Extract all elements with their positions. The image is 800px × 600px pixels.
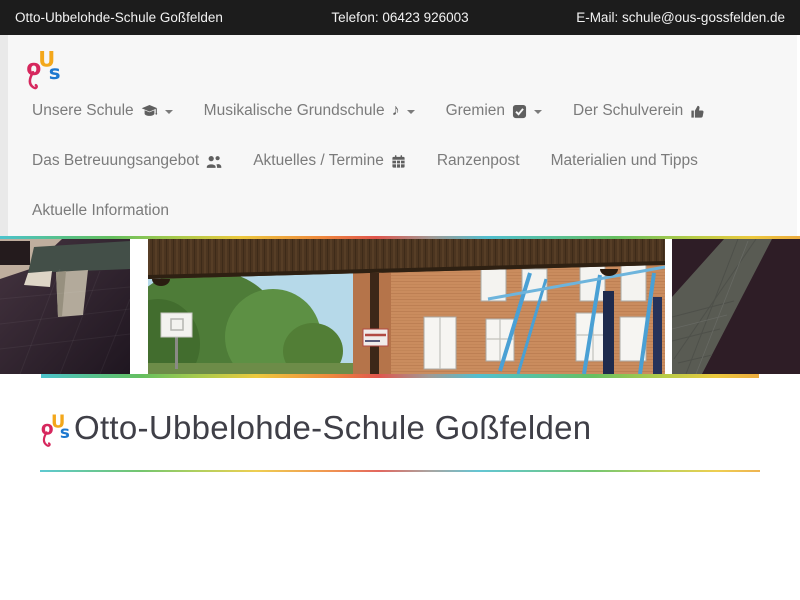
- graduation-cap-icon: [141, 104, 158, 119]
- nav-item-label: Ranzenpost: [437, 152, 520, 170]
- page-title-row: o U s Otto-Ubbelohde-Schule Goßfelden: [40, 408, 760, 448]
- heading-rule: [40, 470, 760, 472]
- page-title: Otto-Ubbelohde-Schule Goßfelden: [74, 409, 591, 447]
- main-content: o U s Otto-Ubbelohde-Schule Goßfelden: [0, 378, 800, 472]
- topbar-phone: Telefon: 06423 926003: [287, 10, 513, 25]
- nav-row-2: Das Betreuungsangebot Aktuelles / Termin…: [17, 136, 797, 186]
- logo-letter-s: s: [49, 61, 61, 84]
- users-icon: [206, 154, 222, 169]
- ous-logo-icon: o U s: [25, 44, 61, 90]
- hero-track: [0, 239, 800, 374]
- nav-item-label: Der Schulverein: [573, 102, 683, 120]
- schoolyard-pavement-image: [672, 239, 800, 374]
- nav-item-musikalische-grundschule[interactable]: Musikalische Grundschule ♪: [204, 102, 415, 120]
- ous-logo-icon: o U s: [40, 408, 70, 448]
- nav-row-1: Unsere Schule Musikalische Grundschule ♪: [17, 86, 797, 136]
- nav-item-label: Das Betreuungsangebot: [32, 152, 199, 170]
- nav-item-label: Gremien: [446, 102, 505, 120]
- thumbs-up-icon: [690, 104, 705, 119]
- calendar-icon: [391, 154, 406, 169]
- nav-item-label: Materialien und Tipps: [551, 152, 698, 170]
- site-logo[interactable]: o U s: [17, 35, 797, 86]
- nav-panel: o U s Unsere Schule Mus: [8, 35, 797, 236]
- chevron-down-icon: [165, 110, 173, 114]
- nav-item-label: Musikalische Grundschule: [204, 102, 385, 120]
- hero-slide-pavement[interactable]: [672, 239, 800, 374]
- nav-item-unsere-schule[interactable]: Unsere Schule: [32, 102, 173, 120]
- nav-item-materialien-und-tipps[interactable]: Materialien und Tipps: [551, 152, 698, 170]
- nav-item-aktuelles-termine[interactable]: Aktuelles / Termine: [253, 152, 406, 170]
- logo-letter-s: s: [60, 422, 70, 442]
- hero-slide-table-tennis[interactable]: [0, 239, 130, 374]
- topbar: Otto-Ubbelohde-Schule Goßfelden Telefon:…: [0, 0, 800, 35]
- nav-item-label: Unsere Schule: [32, 102, 134, 120]
- schoolyard-table-tennis-image: [0, 239, 130, 374]
- topbar-email: E-Mail: schule@ous-gossfelden.de: [513, 10, 785, 25]
- nav-item-das-betreuungsangebot[interactable]: Das Betreuungsangebot: [32, 152, 222, 170]
- nav-item-aktuelle-information[interactable]: Aktuelle Information: [32, 202, 169, 220]
- header: o U s Unsere Schule Mus: [0, 35, 800, 236]
- school-building-image: [148, 239, 665, 374]
- chevron-down-icon: [407, 110, 415, 114]
- hero-slide-school-building[interactable]: [148, 239, 665, 374]
- topbar-site-name: Otto-Ubbelohde-Schule Goßfelden: [15, 10, 287, 25]
- nav-item-label: Aktuelles / Termine: [253, 152, 384, 170]
- music-note-icon: ♪: [392, 103, 400, 119]
- chevron-down-icon: [534, 110, 542, 114]
- hero-carousel: [0, 236, 800, 378]
- nav-item-ranzenpost[interactable]: Ranzenpost: [437, 152, 520, 170]
- nav-row-3: Aktuelle Information: [17, 186, 797, 236]
- nav-item-gremien[interactable]: Gremien: [446, 102, 542, 120]
- check-square-icon: [512, 104, 527, 119]
- nav-item-label: Aktuelle Information: [32, 202, 169, 220]
- nav-item-der-schulverein[interactable]: Der Schulverein: [573, 102, 705, 120]
- left-gutter: [0, 35, 8, 236]
